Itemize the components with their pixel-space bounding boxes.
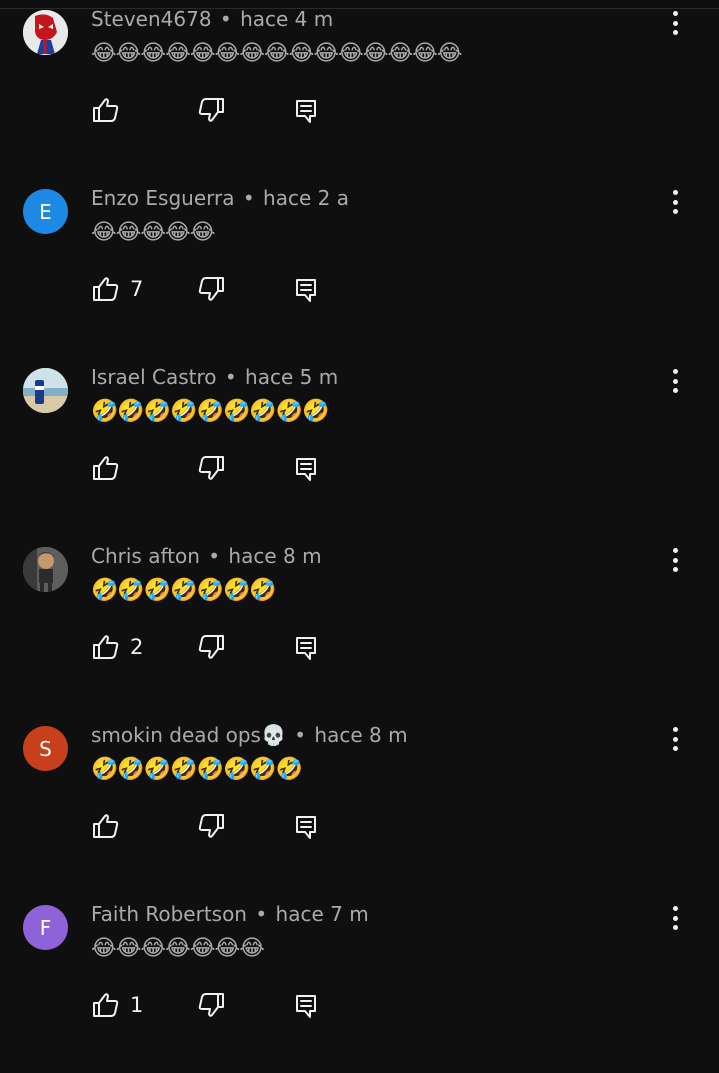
dislike-button[interactable] [196,453,226,487]
more-vert-icon[interactable] [663,186,687,218]
like-button[interactable] [91,811,130,841]
reply-button[interactable] [294,277,318,307]
comment-icon [296,816,316,839]
comment-actions: 7 [91,274,331,304]
more-vert-icon[interactable] [663,365,687,397]
dislike-button[interactable] [196,632,226,666]
comment-icon [296,995,316,1018]
thumbs-up-icon [93,814,119,838]
reply-button[interactable] [294,635,318,665]
like-count: 1 [130,993,144,1017]
more-vert-icon[interactable] [663,723,687,755]
separator: • [294,723,307,747]
separator: • [255,902,268,926]
separator: • [219,7,232,31]
dislike-button[interactable] [196,95,226,129]
author-name[interactable]: Enzo Esguerra [91,186,235,210]
comment-actions [91,453,331,483]
comment-icon [296,100,316,123]
comment-header: Faith Robertson • hace 7 m [91,901,369,927]
like-button[interactable]: 1 [91,990,143,1020]
author-name[interactable]: Chris afton [91,544,200,568]
avatar[interactable]: S [23,726,68,771]
author-name[interactable]: smokin dead ops💀 [91,723,286,747]
like-button[interactable] [91,453,130,483]
like-button[interactable] [91,95,130,125]
thumbs-down-icon [198,635,224,659]
thumbs-up-icon [93,635,119,659]
comment-text: 🤣🤣🤣🤣🤣🤣🤣🤣🤣 [91,399,330,424]
comment-item: E Enzo Esguerra • hace 2 a 😂😂😂😂😂 7 [0,178,719,357]
separator: • [224,365,237,389]
comment-actions [91,811,331,841]
like-button[interactable]: 7 [91,274,143,304]
character-avatar[interactable] [23,547,68,592]
spiderman-avatar[interactable] [23,10,68,55]
thumbs-up-icon [93,98,119,122]
timestamp[interactable]: hace 5 m [245,365,338,389]
thumbs-down-icon [198,456,224,480]
beach-can-avatar[interactable] [23,368,68,413]
comment-item: F Faith Robertson • hace 7 m 😂😂😂😂😂😂😂 1 [0,894,719,1073]
like-count: 7 [130,277,144,301]
comment-item: S smokin dead ops💀 • hace 8 m 🤣🤣🤣🤣🤣🤣🤣🤣 [0,715,719,894]
comment-icon [296,637,316,660]
thumbs-up-icon [93,277,119,301]
timestamp[interactable]: hace 8 m [228,544,321,568]
timestamp[interactable]: hace 4 m [240,7,333,31]
reply-button[interactable] [294,98,318,128]
author-name[interactable]: Israel Castro [91,365,217,389]
thumbs-down-icon [198,814,224,838]
thumbs-up-icon [93,993,119,1017]
comment-header: Steven4678 • hace 4 m [91,6,333,32]
separator: • [242,186,255,210]
dislike-button[interactable] [196,274,226,308]
comment-actions: 2 [91,632,331,662]
comment-text: 😂😂😂😂😂😂😂😂😂😂😂😂😂😂😂 [91,41,463,66]
dislike-button[interactable] [196,990,226,1024]
comment-text: 🤣🤣🤣🤣🤣🤣🤣🤣 [91,757,303,782]
thumbs-down-icon [198,98,224,122]
comment-text: 😂😂😂😂😂 [91,220,216,245]
reply-button[interactable] [294,993,318,1023]
comment-actions [91,95,331,125]
comment-header: Chris afton • hace 8 m [91,543,322,569]
timestamp[interactable]: hace 2 a [263,186,349,210]
timestamp[interactable]: hace 7 m [276,902,369,926]
avatar[interactable]: E [23,189,68,234]
comment-item: Israel Castro • hace 5 m 🤣🤣🤣🤣🤣🤣🤣🤣🤣 [0,357,719,536]
comment-item: Steven4678 • hace 4 m 😂😂😂😂😂😂😂😂😂😂😂😂😂😂😂 [0,0,719,178]
like-count: 2 [130,635,144,659]
dislike-button[interactable] [196,811,226,845]
timestamp[interactable]: hace 8 m [314,723,407,747]
comment-header: Enzo Esguerra • hace 2 a [91,185,349,211]
comment-header: Israel Castro • hace 5 m [91,364,338,390]
reply-button[interactable] [294,456,318,486]
comment-text: 😂😂😂😂😂😂😂 [91,936,265,961]
thumbs-down-icon [198,277,224,301]
reply-button[interactable] [294,814,318,844]
comment-actions: 1 [91,990,331,1020]
more-vert-icon[interactable] [663,544,687,576]
like-button[interactable]: 2 [91,632,143,662]
author-name[interactable]: Faith Robertson [91,902,247,926]
thumbs-up-icon [93,456,119,480]
author-name[interactable]: Steven4678 [91,7,212,31]
comment-icon [296,458,316,481]
separator: • [208,544,221,568]
avatar[interactable]: F [23,905,68,950]
thumbs-down-icon [198,993,224,1017]
more-vert-icon[interactable] [663,902,687,934]
comment-item: Chris afton • hace 8 m 🤣🤣🤣🤣🤣🤣🤣 2 [0,536,719,715]
more-vert-icon[interactable] [663,7,687,39]
comment-icon [296,279,316,302]
comment-header: smokin dead ops💀 • hace 8 m [91,722,408,748]
comment-text: 🤣🤣🤣🤣🤣🤣🤣 [91,578,277,603]
